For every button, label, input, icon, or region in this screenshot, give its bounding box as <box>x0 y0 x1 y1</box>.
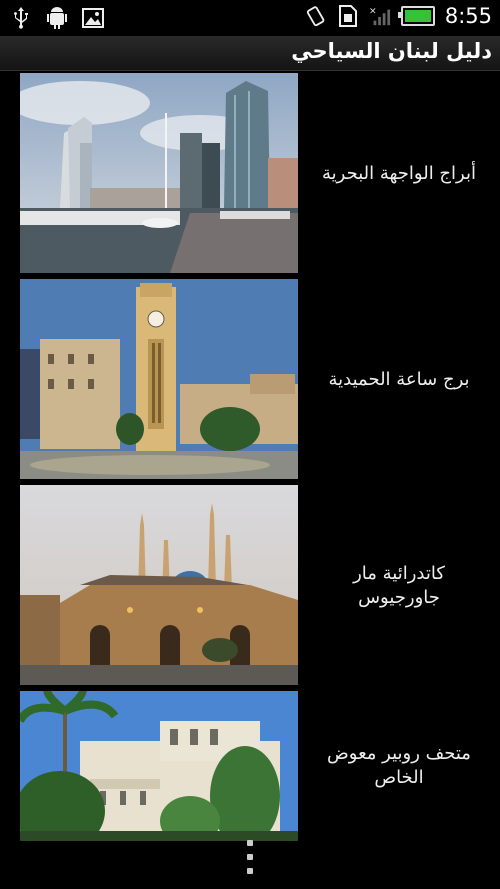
rotate-icon <box>305 4 327 28</box>
image-icon <box>82 6 104 30</box>
item-label: كاتدرائية مار جاورجيوس <box>353 563 445 608</box>
list-item[interactable]: متحف روبير معوض الخاص <box>0 689 500 843</box>
android-debug-icon <box>46 6 68 30</box>
list-item[interactable]: برج ساعة الحميدية <box>0 277 500 483</box>
battery-icon <box>397 6 435 26</box>
sim-icon <box>337 4 359 28</box>
clock: 8:55 <box>444 4 492 28</box>
item-label: متحف روبير معوض الخاص <box>327 743 471 788</box>
overflow-menu-icon[interactable] <box>244 840 256 874</box>
item-label: أبراج الواجهة البحرية <box>322 163 476 184</box>
status-bar: × 8:55 <box>0 0 500 36</box>
st-george-cathedral-photo <box>20 485 298 685</box>
page-title: دليل لبنان السياحي <box>291 39 492 63</box>
hamidiyeh-clock-tower-photo <box>20 279 298 479</box>
attractions-list: أبراج الواجهة البحرية برج ساعة الحميدية … <box>0 71 500 843</box>
waterfront-towers-photo <box>20 73 298 273</box>
app-title-bar: دليل لبنان السياحي <box>0 36 500 71</box>
list-item[interactable]: أبراج الواجهة البحرية <box>0 71 500 277</box>
list-item[interactable]: كاتدرائية مار جاورجيوس <box>0 483 500 689</box>
signal-icon: × <box>369 4 391 28</box>
svg-text:×: × <box>369 5 377 16</box>
item-label: برج ساعة الحميدية <box>328 369 470 390</box>
usb-icon <box>10 6 32 30</box>
robert-mouawad-museum-photo <box>20 691 298 841</box>
